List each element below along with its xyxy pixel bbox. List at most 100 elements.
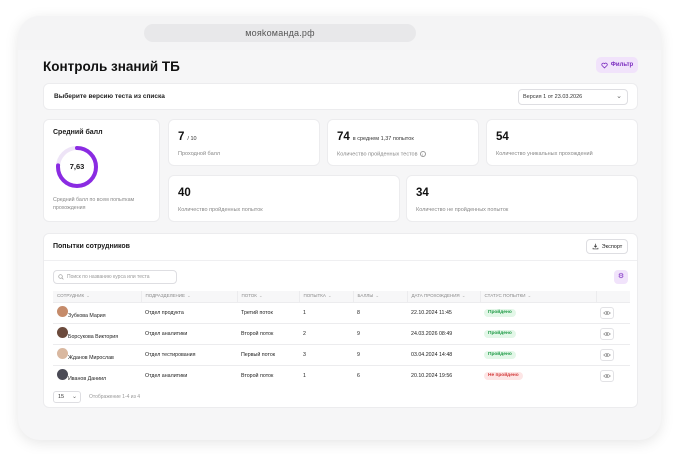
department-cell: Отдел аналитики <box>141 364 237 386</box>
score-cell: 8 <box>353 301 407 323</box>
average-value: 7,63 <box>69 162 85 171</box>
search-input[interactable]: Поиск по названию курса или теста <box>53 270 177 284</box>
view-button[interactable] <box>600 327 614 340</box>
stat-label: Количество уникальных прохождений <box>496 151 593 157</box>
version-select[interactable]: Версия 1 от 23.03.2026 ⌄ <box>518 89 628 105</box>
eye-icon <box>603 310 611 315</box>
showing-text: Отображение 1-4 из 4 <box>89 394 141 400</box>
stat-card-pass-score: 7/ 10 Проходной балл <box>168 119 320 166</box>
department-cell: Отдел продукта <box>141 301 237 323</box>
avatar <box>57 348 68 359</box>
column-header[interactable]: Статус попытки ⌄ <box>480 291 597 302</box>
attempts-title: Попытки сотрудников <box>53 243 130 250</box>
status-badge: Пройдено <box>484 329 516 338</box>
url-bar[interactable]: мояkоманда.рф <box>144 24 416 42</box>
employee-name: Иванов Даниил <box>68 376 107 383</box>
employee-name: Борсукова Виктория <box>68 334 119 340</box>
card-divider <box>44 260 637 261</box>
table-row[interactable]: Зубкова Мария Отдел продукта Третий поток 1… <box>53 301 630 323</box>
per-page-select[interactable]: 15 ⌄ <box>53 391 81 403</box>
stat-card-unique: 54 Количество уникальных прохождений <box>486 119 638 166</box>
gear-icon: ⚙ <box>617 273 625 280</box>
browser-topbar: мояkоманда.рф <box>18 16 661 50</box>
date-cell: 03.04.2024 14:48 <box>407 343 480 365</box>
view-button[interactable] <box>600 306 614 319</box>
attempt-cell: 1 <box>299 364 353 386</box>
info-icon[interactable]: i <box>419 151 426 157</box>
column-header[interactable]: Дата прохождения ⌄ <box>407 291 481 302</box>
stat-value: 40 <box>178 187 191 199</box>
score-cell: 9 <box>353 343 407 365</box>
table-row[interactable]: Борсукова Виктория Отдел аналитики Второй … <box>53 322 630 344</box>
attempt-cell: 2 <box>299 322 353 344</box>
table-row[interactable]: Жданов Мирослав Отдел тестирования Первый … <box>53 343 630 365</box>
column-header[interactable]: Поток ⌄ <box>237 291 300 302</box>
stat-value: 34 <box>416 187 429 199</box>
filter-button[interactable]: Фильтр <box>596 57 638 73</box>
department-cell: Отдел тестирования <box>141 343 237 365</box>
view-button[interactable] <box>600 369 614 382</box>
chevron-down-icon: ⌄ <box>616 93 622 100</box>
column-header[interactable]: Сотрудник ⌄ <box>53 291 142 302</box>
average-score-card: Средний балл 7,63 Средний балл по всем п… <box>43 119 160 222</box>
stat-value: 74 <box>337 131 350 143</box>
pagination: 15 ⌄ Отображение 1-4 из 4 <box>53 391 140 403</box>
status-badge: Пройдено <box>484 350 516 359</box>
stat-label: Количество не пройденных попыток <box>416 207 509 213</box>
column-header-actions <box>596 291 630 302</box>
status-badge: Не пройдено <box>484 371 523 380</box>
export-label: Экспорт <box>601 243 623 250</box>
table-header-row: Сотрудник ⌄ Подразделение ⌄ Поток ⌄ Попытка… <box>53 291 630 302</box>
average-title: Средний балл <box>53 129 103 136</box>
filter-label: Фильтр <box>610 62 634 68</box>
stream-cell: Первый поток <box>237 343 299 365</box>
column-header[interactable]: Баллы ⌄ <box>353 291 408 302</box>
eye-icon <box>603 352 611 357</box>
employee-name: Жданов Мирослав <box>68 355 114 361</box>
employee-name: Зубкова Мария <box>68 313 106 319</box>
download-icon <box>592 243 598 250</box>
version-selected: Версия 1 от 23.03.2026 <box>523 94 583 100</box>
stat-suffix: / 10 <box>187 136 197 142</box>
heart-filter-icon <box>601 62 608 68</box>
stat-suffix: в среднем 1,37 попыток <box>352 136 414 142</box>
stat-value: 54 <box>496 131 509 143</box>
stat-value: 7 <box>178 131 185 143</box>
per-page-value: 15 <box>58 394 65 400</box>
column-header[interactable]: Подразделение ⌄ <box>141 291 238 302</box>
department-cell: Отдел аналитики <box>141 322 237 344</box>
stat-label: Количество пройденных попыток <box>178 207 263 213</box>
stat-card-failed-attempts: 34 Количество не пройденных попыток <box>406 175 638 222</box>
table-settings-button[interactable]: ⚙ <box>614 270 628 284</box>
stat-label: Проходной балл <box>178 151 221 157</box>
average-description: Средний балл по всем попыткам прохождени… <box>53 197 135 211</box>
browser-window: мояkоманда.рф Контроль знаний ТБ Фильтр … <box>18 16 661 440</box>
export-button[interactable]: Экспорт <box>586 239 628 254</box>
date-cell: 22.10.2024 11:45 <box>407 301 480 323</box>
column-header[interactable]: Попытка ⌄ <box>299 291 354 302</box>
search-placeholder: Поиск по названию курса или теста <box>67 274 150 280</box>
stream-cell: Второй поток <box>237 322 299 344</box>
stream-cell: Второй поток <box>237 364 299 386</box>
stat-card-tests-passed: 74 в среднем 1,37 попыток Количество прой… <box>327 119 479 166</box>
attempt-cell: 3 <box>299 343 353 365</box>
avatar <box>57 306 68 317</box>
date-cell: 24.03.2026 08:49 <box>407 322 480 344</box>
attempt-cell: 1 <box>299 301 353 323</box>
eye-icon <box>603 331 611 336</box>
eye-icon <box>603 373 611 378</box>
page-title: Контроль знаний ТБ <box>43 59 180 74</box>
version-label: Выберите версию теста из списка <box>54 93 165 100</box>
avatar <box>57 369 68 381</box>
attempts-card: Попытки сотрудников Экспорт Поиск по наз… <box>43 233 638 408</box>
stat-card-passed-attempts: 40 Количество пройденных попыток <box>168 175 400 222</box>
table-row[interactable]: Иванов Даниил Отдел аналитики Второй поток… <box>53 364 630 386</box>
date-cell: 20.10.2024 19:56 <box>407 364 480 386</box>
stat-label: Количество пройденных тестов <box>337 151 418 158</box>
view-button[interactable] <box>600 348 614 361</box>
version-card: Выберите версию теста из списка Версия 1… <box>43 83 638 110</box>
stream-cell: Третий поток <box>237 301 299 323</box>
search-icon <box>58 274 64 280</box>
score-cell: 9 <box>353 322 407 344</box>
status-badge: Пройдено <box>484 308 516 317</box>
